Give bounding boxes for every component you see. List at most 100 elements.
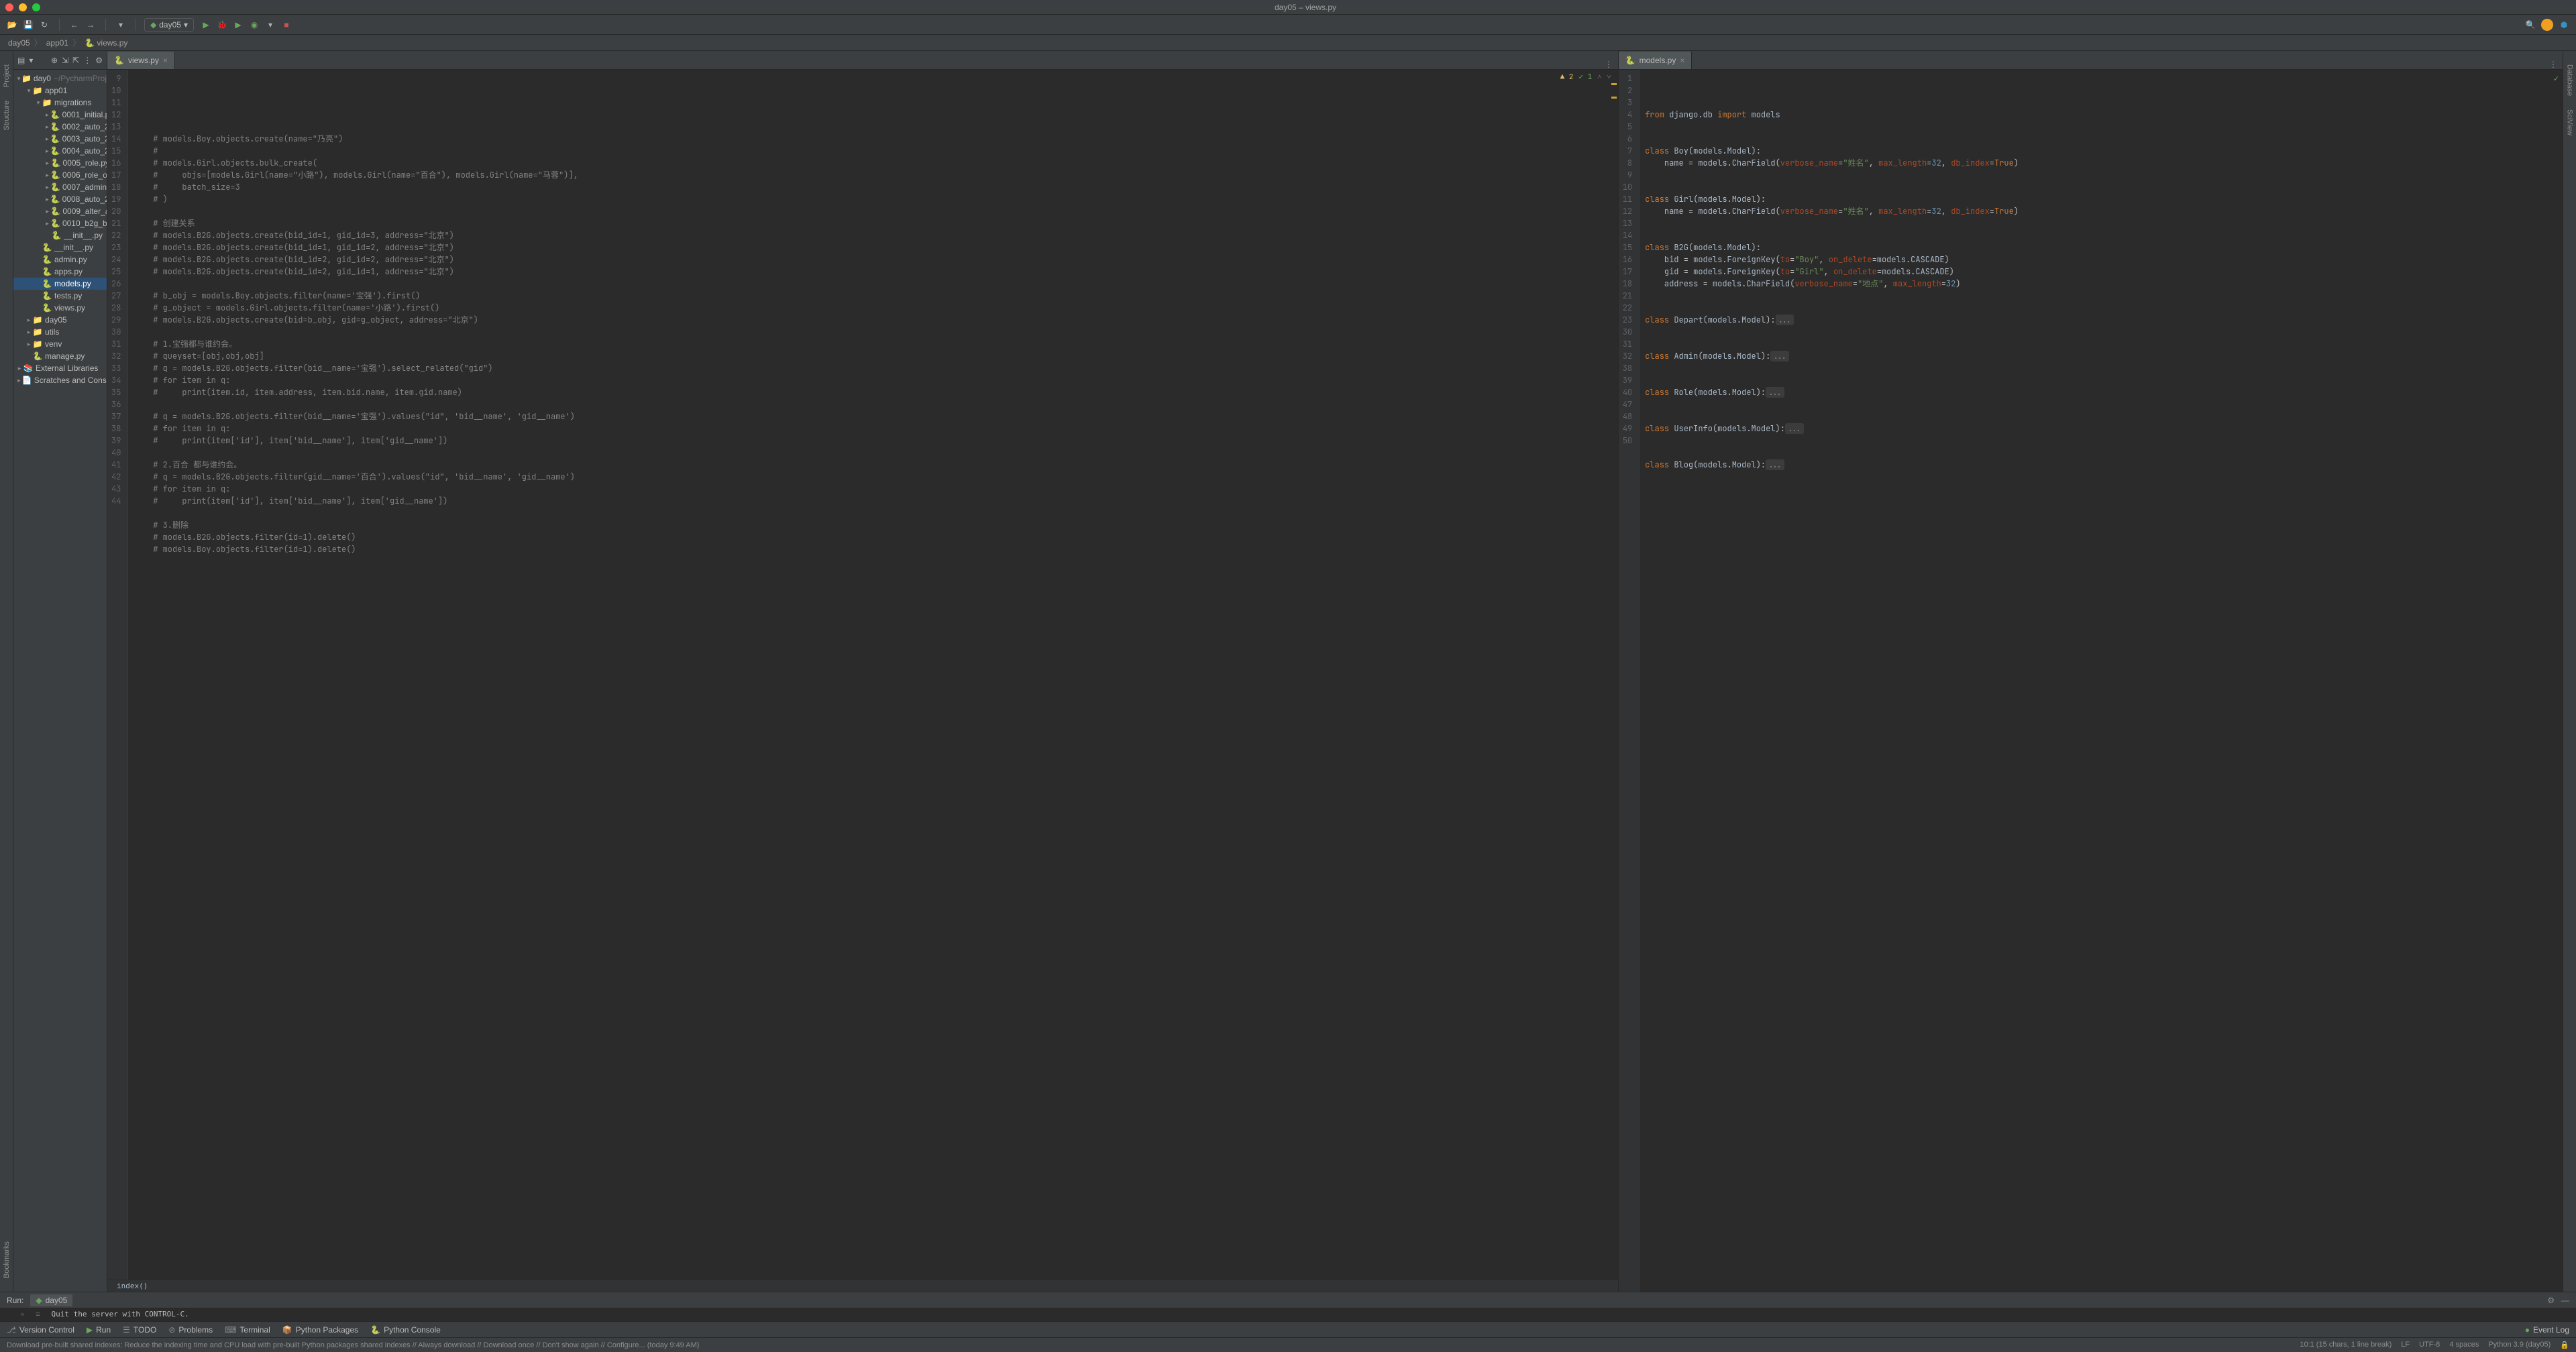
breadcrumb-item[interactable]: app01 — [46, 38, 68, 48]
avatar[interactable] — [2541, 19, 2553, 31]
python-packages-tab[interactable]: 📦Python Packages — [282, 1325, 358, 1335]
tree-node[interactable]: 🐍__init__.py — [13, 241, 107, 253]
open-icon[interactable]: 📂 — [5, 18, 19, 32]
structure-tool-tab[interactable]: Structure — [3, 101, 11, 131]
chevron-up-icon[interactable]: ˄ — [1597, 71, 1601, 83]
tree-node[interactable]: ▾📁migrations — [13, 97, 107, 109]
code-editor-right[interactable]: 1234567891011121314151617182122233031323… — [1619, 70, 2563, 1292]
project-view-icon[interactable]: ▤ — [17, 56, 25, 65]
tree-node[interactable]: ▾📁day05~/PycharmProj — [13, 72, 107, 84]
collapse-icon[interactable]: ⇱ — [72, 56, 79, 65]
tree-node[interactable]: 🐍tests.py — [13, 290, 107, 302]
profile-icon[interactable]: ◉ — [248, 18, 261, 32]
sync-icon[interactable]: ↻ — [38, 18, 51, 32]
minimize-icon[interactable]: — — [2561, 1296, 2569, 1305]
tab-bar-left: 🐍 views.py × ⋮ — [107, 51, 1618, 70]
close-icon[interactable]: × — [1680, 56, 1684, 65]
ide-icon[interactable]: ⬢ — [2557, 18, 2571, 32]
minimize-window[interactable] — [19, 3, 27, 11]
breadcrumb-item[interactable]: 🐍 views.py — [85, 38, 127, 48]
tree-node[interactable]: ▸📁utils — [13, 326, 107, 338]
warning-marker[interactable] — [1611, 97, 1617, 99]
editor-area: 🐍 views.py × ⋮ 9101112131415161718192021… — [107, 51, 2563, 1292]
debug-icon[interactable]: 🐞 — [215, 18, 229, 32]
line-separator[interactable]: LF — [2401, 1341, 2410, 1349]
tree-node[interactable]: ▸🐍0008_auto_20 — [13, 193, 107, 205]
tree-node[interactable]: ▸📄Scratches and Console — [13, 374, 107, 386]
tree-node[interactable]: 🐍__init__.py — [13, 229, 107, 241]
database-tool-tab[interactable]: Database — [2566, 64, 2574, 96]
run-output[interactable]: » ≡ Quit the server with CONTROL-C. — [0, 1308, 2576, 1321]
tree-node[interactable]: 🐍apps.py — [13, 266, 107, 278]
sciview-tool-tab[interactable]: SciView — [2566, 109, 2574, 135]
close-icon[interactable]: × — [163, 56, 168, 65]
forward-icon[interactable]: → — [84, 18, 97, 32]
search-icon[interactable]: 🔍 — [2524, 18, 2537, 32]
gear-icon[interactable]: ⚙ — [95, 56, 103, 65]
stop-icon[interactable]: ■ — [280, 18, 293, 32]
close-window[interactable] — [5, 3, 13, 11]
terminal-tab[interactable]: ⌨Terminal — [225, 1325, 270, 1335]
tree-node[interactable]: ▸📁venv — [13, 338, 107, 350]
tab-views[interactable]: 🐍 views.py × — [107, 52, 175, 69]
version-control-tab[interactable]: ⎇Version Control — [7, 1325, 74, 1335]
target-icon[interactable]: ⊕ — [51, 56, 58, 65]
tree-node[interactable]: ▸🐍0001_initial.py — [13, 109, 107, 121]
tree-node[interactable]: ▸🐍0006_role_oc — [13, 169, 107, 181]
tab-more-icon[interactable]: ⋮ — [2544, 60, 2563, 69]
todo-tab[interactable]: ☰TODO — [123, 1325, 156, 1335]
expand-icon[interactable]: ⇲ — [62, 56, 68, 65]
user-icon[interactable]: ▾ — [114, 18, 127, 32]
tree-node[interactable]: ▸📚External Libraries — [13, 362, 107, 374]
breadcrumb-item[interactable]: day05 — [8, 38, 30, 48]
maximize-window[interactable] — [32, 3, 40, 11]
gear-icon[interactable]: ⚙ — [2547, 1296, 2555, 1305]
lock-icon[interactable]: 🔒 — [2560, 1341, 2569, 1349]
code-content[interactable]: ✓ from django.db import modelsclass Boy(… — [1640, 70, 2563, 1292]
run-tab[interactable]: ▶Run — [87, 1325, 111, 1335]
code-breadcrumb[interactable]: index() — [107, 1280, 1618, 1292]
tree-node[interactable]: 🐍models.py — [13, 278, 107, 290]
project-tool-tab[interactable]: Project — [3, 64, 11, 87]
tree-node[interactable]: ▸🐍0007_admin_ — [13, 181, 107, 193]
code-content[interactable]: ▲ 2 ✓ 1 ˄ ˅ # models.Boy.objects.create(… — [128, 70, 1617, 1280]
chevron-down-icon[interactable]: ▾ — [29, 56, 33, 65]
tab-models[interactable]: 🐍 models.py × — [1619, 52, 1693, 69]
tree-node[interactable]: ▸🐍0010_b2g_bo — [13, 217, 107, 229]
code-editor-left[interactable]: 9101112131415161718192021222324252627282… — [107, 70, 1618, 1280]
main-area: Project Structure Bookmarks ▤ ▾ ⊕ ⇲ ⇱ ⋮ … — [0, 51, 2576, 1292]
options-icon[interactable]: ⋮ — [83, 56, 91, 65]
file-encoding[interactable]: UTF-8 — [2419, 1341, 2440, 1349]
python-console-tab[interactable]: 🐍Python Console — [370, 1325, 441, 1335]
chevron-down-icon[interactable]: ˅ — [1607, 71, 1611, 83]
bookmarks-tool-tab[interactable]: Bookmarks — [3, 1241, 11, 1278]
more-run-icon[interactable]: ▾ — [264, 18, 277, 32]
tree-node[interactable]: 🐍views.py — [13, 302, 107, 314]
tree-node[interactable]: ▸🐍0004_auto_20 — [13, 145, 107, 157]
inspection-badge[interactable]: ▲ 2 ✓ 1 ˄ ˅ — [1560, 71, 1611, 83]
run-tab[interactable]: ◆ day05 — [30, 1294, 72, 1306]
problems-tab[interactable]: ⊘Problems — [168, 1325, 213, 1335]
save-icon[interactable]: 💾 — [21, 18, 35, 32]
titlebar: day05 – views.py — [0, 0, 2576, 15]
back-icon[interactable]: ← — [68, 18, 81, 32]
event-log-tab[interactable]: ●Event Log — [2525, 1325, 2569, 1335]
tree-node[interactable]: 🐍manage.py — [13, 350, 107, 362]
coverage-icon[interactable]: ▶ — [231, 18, 245, 32]
run-icon[interactable]: ▶ — [199, 18, 213, 32]
tree-node[interactable]: ▸📁day05 — [13, 314, 107, 326]
project-tree[interactable]: ▾📁day05~/PycharmProj▾📁app01▾📁migrations▸… — [13, 70, 107, 1292]
status-message[interactable]: Download pre-built shared indexes: Reduc… — [7, 1341, 699, 1349]
tab-more-icon[interactable]: ⋮ — [1599, 60, 1618, 69]
tree-node[interactable]: 🐍admin.py — [13, 253, 107, 266]
tree-node[interactable]: ▸🐍0002_auto_20 — [13, 121, 107, 133]
tree-node[interactable]: ▸🐍0009_alter_a — [13, 205, 107, 217]
tree-node[interactable]: ▾📁app01 — [13, 84, 107, 97]
run-configuration[interactable]: ◆ day05 ▾ — [144, 18, 194, 32]
warning-marker[interactable] — [1611, 83, 1617, 85]
indent-setting[interactable]: 4 spaces — [2449, 1341, 2479, 1349]
interpreter[interactable]: Python 3.9 (day05) — [2488, 1341, 2551, 1349]
tree-node[interactable]: ▸🐍0003_auto_20 — [13, 133, 107, 145]
cursor-position[interactable]: 10:1 (15 chars, 1 line break) — [2300, 1341, 2392, 1349]
tree-node[interactable]: ▸🐍0005_role.py — [13, 157, 107, 169]
